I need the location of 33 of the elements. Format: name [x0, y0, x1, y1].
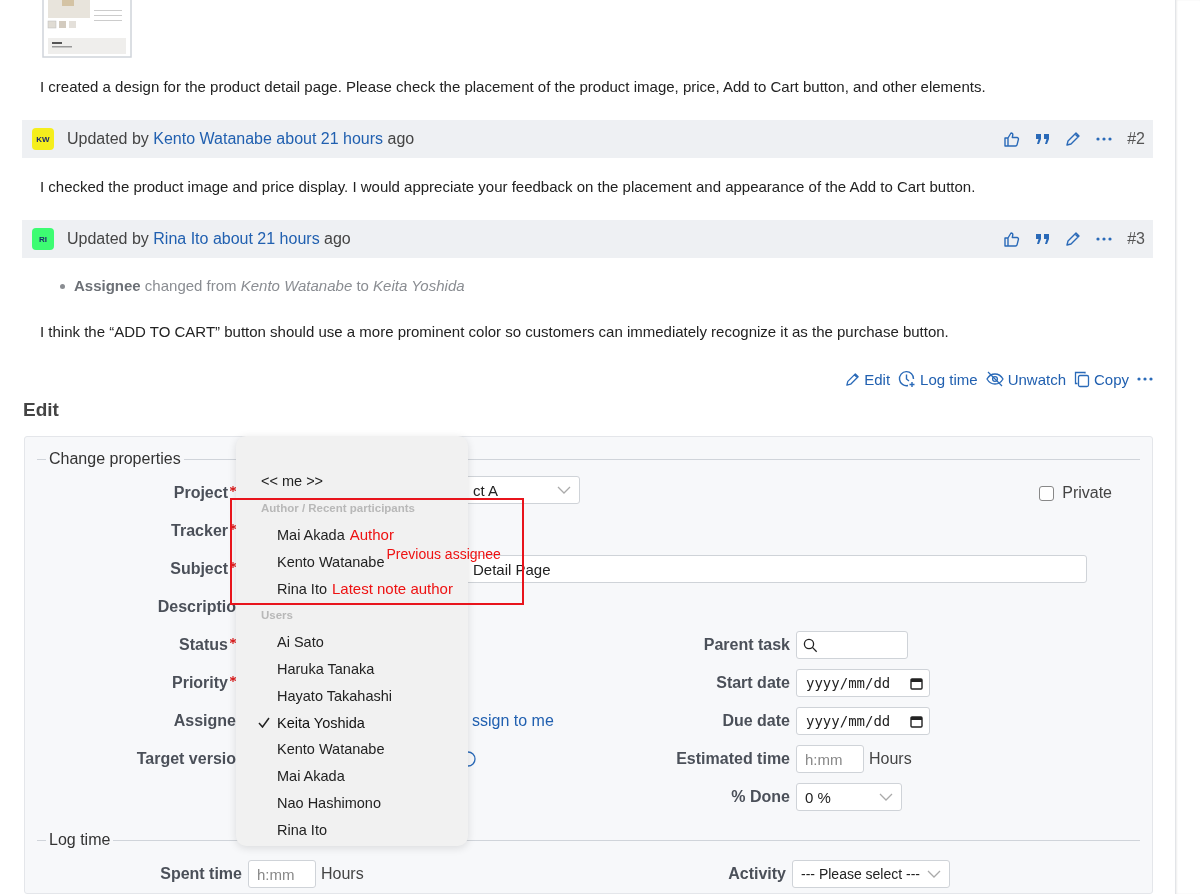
fieldset-legend: Log time: [46, 831, 114, 849]
field-label: Due date: [721, 712, 790, 730]
field-label: Status: [37, 636, 236, 654]
field-label: Project: [37, 484, 236, 502]
avatar-icon: KW: [32, 128, 54, 150]
field-label: Spent time: [159, 865, 242, 883]
field-label: Tracker: [37, 522, 236, 540]
field-label: Estimated time: [675, 750, 790, 768]
update-info: Updated by Kento Watanabe about 21 hours ago: [67, 130, 415, 148]
comment-text: I think the “ADD TO CART” button should use a more prominent color so customers can immediately recognize it as the purchase button.: [39, 322, 950, 342]
field-label: Activity: [727, 865, 786, 883]
comment-text: I created a design for the product detail page. Please check the placement of the product image, price, Add to Cart button, and other elements.: [39, 77, 987, 97]
field-label: Descriptio: [156, 598, 236, 616]
annotation-label: Latest note author: [332, 580, 453, 598]
fieldset-legend: Change properties: [46, 450, 184, 468]
comment-text: I checked the product image and price display. I would appreciate your feedback on the placement and appearance of the Add to Cart button.: [39, 177, 977, 197]
field-label: Parent task: [702, 636, 790, 654]
annotation-label: Author: [349, 526, 394, 544]
section-heading: Edit: [23, 399, 60, 421]
update-info: Updated by Rina Ito about 21 hours ago: [67, 230, 351, 248]
change-detail: Assignee changed from Kento Watanabe to Keita Yoshida: [74, 276, 465, 296]
field-label: Start date: [715, 674, 790, 692]
field-label: % Done: [730, 788, 790, 806]
option-group-label: Users: [260, 608, 294, 623]
option-group-label: Author / Recent participants: [260, 500, 416, 516]
field-label: Subject: [37, 560, 236, 578]
unit-label: Hours: [869, 750, 912, 768]
field-label: Priority: [37, 674, 236, 692]
avatar-icon: RI: [32, 228, 54, 250]
checkbox-label: Private: [1062, 484, 1112, 502]
field-label: Assigne: [172, 712, 236, 730]
field-label: Target versio: [135, 750, 236, 768]
unit-label: Hours: [321, 865, 364, 883]
